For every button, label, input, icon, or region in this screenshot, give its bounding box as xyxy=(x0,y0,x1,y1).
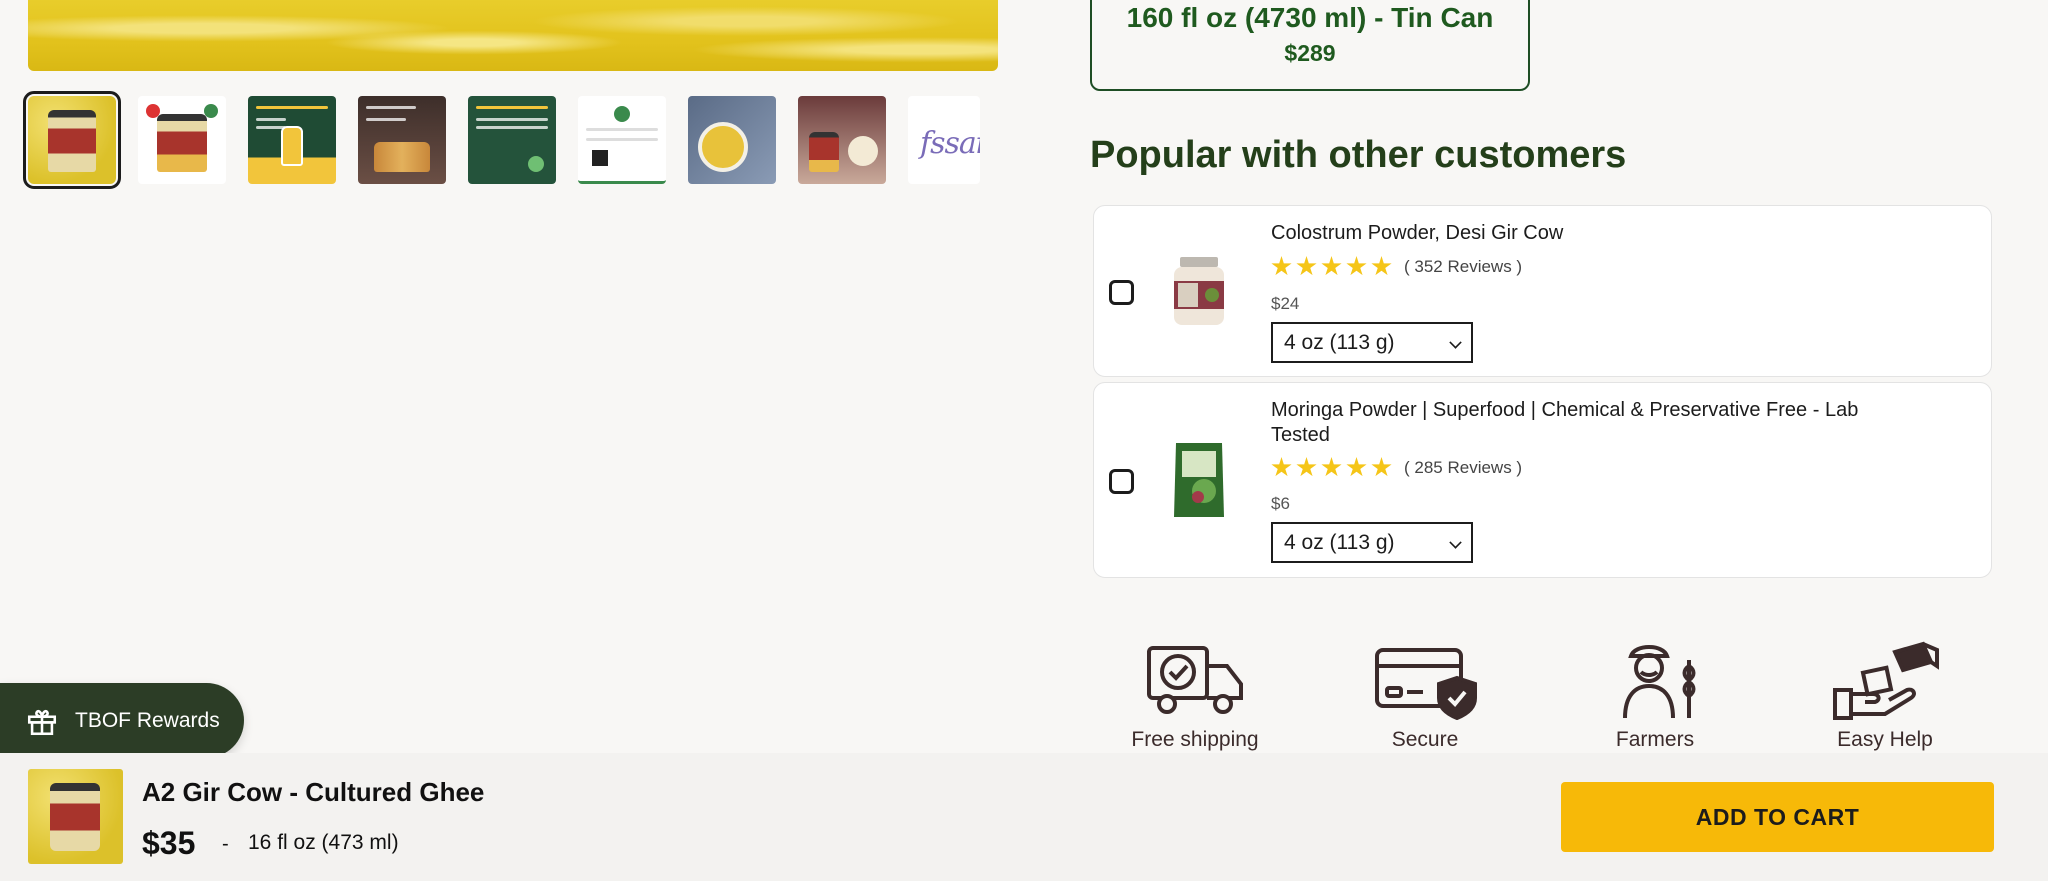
upsell-product-image[interactable] xyxy=(1143,423,1255,535)
star-icon xyxy=(1371,256,1392,276)
thumbnail-6[interactable] xyxy=(578,96,666,184)
product-main-image[interactable] xyxy=(28,0,998,71)
feature-label: Secure xyxy=(1391,728,1459,751)
star-rating: ( 285 Reviews ) xyxy=(1271,457,1522,478)
review-count[interactable]: ( 352 Reviews ) xyxy=(1404,257,1522,277)
sticky-product-image xyxy=(28,769,123,864)
upsell-card: Colostrum Powder, Desi Gir Cow ( 352 Rev… xyxy=(1093,205,1992,377)
feature-label: Easy Help xyxy=(1837,728,1933,751)
fssai-logo-icon: fssai xyxy=(920,126,980,161)
star-icon xyxy=(1371,457,1392,477)
feature-free-shipping: Free shipping xyxy=(1100,640,1290,752)
feature-easy-help: Easy Help xyxy=(1790,640,1980,752)
thumbnail-8[interactable] xyxy=(798,96,886,184)
feature-highlights: Free shipping Secure Farmers Easy Help xyxy=(1100,640,1980,752)
feature-label: Free shipping xyxy=(1131,728,1259,751)
star-icon xyxy=(1296,457,1317,477)
sticky-cart-bar: A2 Gir Cow - Cultured Ghee $35 - 16 fl o… xyxy=(0,753,2048,881)
secure-card-icon xyxy=(1375,648,1477,720)
thumbnail-4[interactable] xyxy=(358,96,446,184)
rewards-button[interactable]: TBOF Rewards xyxy=(0,683,244,758)
variant-select[interactable]: 4 oz (113 g) xyxy=(1271,322,1473,363)
sticky-separator: - xyxy=(222,833,229,855)
feature-label: Farmers xyxy=(1615,728,1695,751)
colostrum-jar-icon xyxy=(1174,257,1224,325)
sticky-size: 16 fl oz (473 ml) xyxy=(248,831,399,854)
upsell-product-name[interactable]: Colostrum Powder, Desi Gir Cow xyxy=(1271,221,1911,246)
star-rating: ( 352 Reviews ) xyxy=(1271,256,1522,277)
star-icon xyxy=(1346,256,1367,276)
upsell-checkbox[interactable] xyxy=(1109,280,1134,305)
upsell-price: $24 xyxy=(1271,294,1300,313)
thumbnail-7[interactable] xyxy=(688,96,776,184)
thumbnail-strip: fssai xyxy=(23,91,980,189)
sticky-product-name: A2 Gir Cow - Cultured Ghee xyxy=(142,777,485,807)
feature-secure: Secure xyxy=(1330,640,1520,752)
size-option-selected[interactable]: 160 fl oz (4730 ml) - Tin Can $289 xyxy=(1090,0,1530,91)
star-icon xyxy=(1321,256,1342,276)
helping-hand-icon xyxy=(1833,641,1939,720)
upsell-card: Moringa Powder | Superfood | Chemical & … xyxy=(1093,382,1992,578)
feature-farmers: Farmers xyxy=(1560,640,1750,752)
delivery-truck-icon xyxy=(1147,646,1243,714)
star-icon xyxy=(1271,256,1292,276)
variant-select-value: 4 oz (113 g) xyxy=(1284,530,1395,554)
star-icon xyxy=(1271,457,1292,477)
thumbnail-5[interactable] xyxy=(468,96,556,184)
upsell-product-image[interactable] xyxy=(1143,235,1255,347)
moringa-pouch-icon xyxy=(1174,443,1224,517)
rewards-label: TBOF Rewards xyxy=(75,708,220,732)
chevron-down-icon xyxy=(1449,536,1462,549)
star-icon xyxy=(1321,457,1342,477)
size-option-label: 160 fl oz (4730 ml) - Tin Can xyxy=(1126,2,1494,33)
upsell-price: $6 xyxy=(1271,494,1290,513)
farmer-icon xyxy=(1623,645,1696,719)
popular-section-title: Popular with other customers xyxy=(1090,134,1627,176)
thumbnail-9[interactable]: fssai xyxy=(908,96,980,184)
variant-select-value: 4 oz (113 g) xyxy=(1284,330,1395,354)
thumbnail-2[interactable] xyxy=(138,96,226,184)
star-icon xyxy=(1346,457,1367,477)
variant-select[interactable]: 4 oz (113 g) xyxy=(1271,522,1473,563)
review-count[interactable]: ( 285 Reviews ) xyxy=(1404,458,1522,478)
chevron-down-icon xyxy=(1449,336,1462,349)
gift-icon xyxy=(27,709,57,735)
thumbnail-1[interactable] xyxy=(23,91,121,189)
sticky-price: $35 xyxy=(142,825,196,861)
upsell-product-name[interactable]: Moringa Powder | Superfood | Chemical & … xyxy=(1271,398,1911,448)
size-option-price: $289 xyxy=(1284,40,1336,66)
thumbnail-3[interactable] xyxy=(248,96,336,184)
upsell-checkbox[interactable] xyxy=(1109,469,1134,494)
star-icon xyxy=(1296,256,1317,276)
add-to-cart-button[interactable]: ADD TO CART xyxy=(1561,782,1994,852)
